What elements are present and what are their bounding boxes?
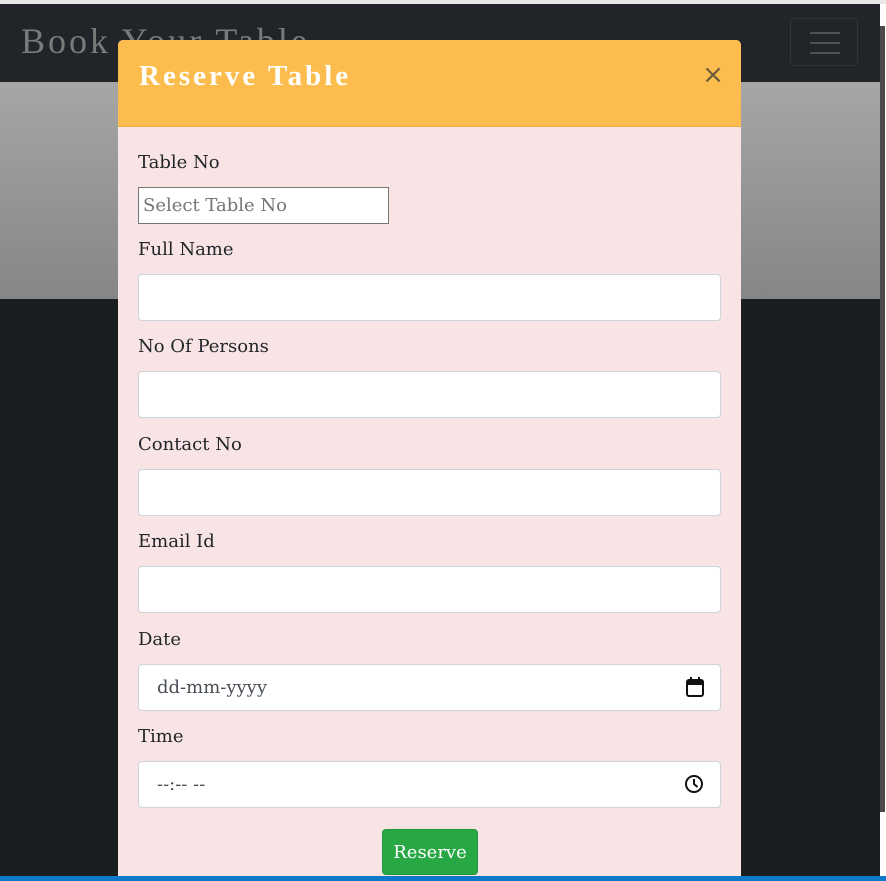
full-name-label: Full Name [138,239,234,260]
table-no-select[interactable]: Select Table No [138,187,389,224]
bottom-border [0,876,886,881]
table-no-label: Table No [138,152,220,173]
scrollbar[interactable] [880,4,886,881]
hamburger-icon-line [810,42,840,44]
scrollbar-thumb[interactable] [880,26,885,812]
menu-toggle-button[interactable] [790,18,858,66]
modal-title: Reserve Table [139,60,352,92]
time-label: Time [138,726,184,747]
persons-input[interactable] [138,371,721,418]
date-label: Date [138,629,182,650]
close-button[interactable]: × [700,60,726,90]
contact-label: Contact No [138,434,242,455]
contact-input[interactable] [138,469,721,516]
time-placeholder: --:-- -- [157,774,206,795]
modal-header: Reserve Table × [118,40,741,127]
email-label: Email Id [138,531,215,552]
reserve-modal: Reserve Table × Table No Select Table No… [118,40,741,881]
email-input[interactable] [138,566,721,613]
calendar-icon[interactable] [686,677,704,702]
full-name-input[interactable] [138,274,721,321]
hamburger-icon-line [810,52,840,54]
date-placeholder: dd-mm-yyyy [157,677,268,698]
hamburger-icon-line [810,32,840,34]
clock-icon[interactable] [684,774,704,799]
time-input[interactable]: --:-- -- [138,761,721,808]
date-input[interactable]: dd-mm-yyyy [138,664,721,711]
reserve-button[interactable]: Reserve [382,829,478,875]
persons-label: No Of Persons [138,336,269,357]
